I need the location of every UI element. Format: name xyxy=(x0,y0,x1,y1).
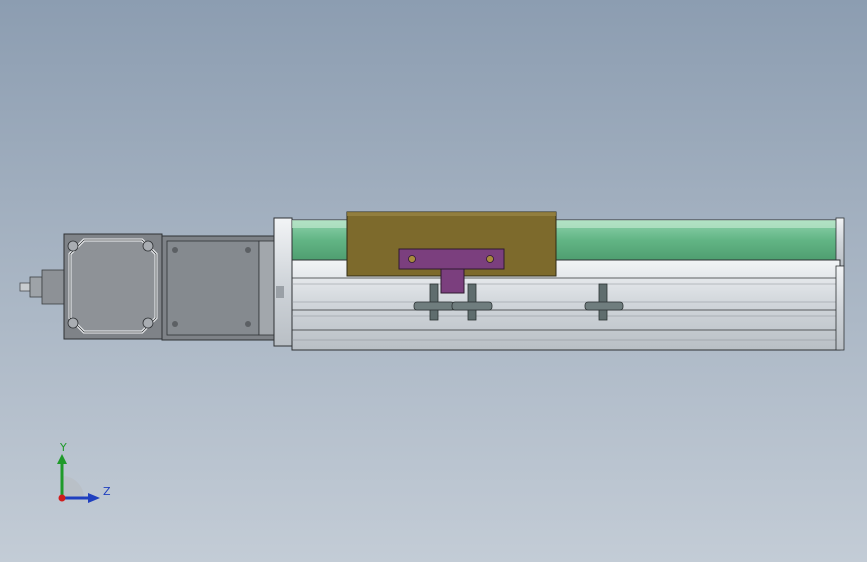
end-plate[interactable] xyxy=(273,217,293,347)
motor-shaft xyxy=(19,269,65,305)
triad-arc xyxy=(62,476,84,498)
stepper-motor[interactable] xyxy=(63,233,163,340)
triad-graphic xyxy=(57,454,100,503)
triad-origin xyxy=(58,494,66,502)
coordinate-triad[interactable]: Y Z xyxy=(40,436,130,516)
z-axis-label: Z xyxy=(103,485,111,498)
cad-viewport[interactable] xyxy=(0,0,867,562)
y-axis-label: Y xyxy=(60,441,67,454)
coupling-housing[interactable] xyxy=(161,235,275,341)
